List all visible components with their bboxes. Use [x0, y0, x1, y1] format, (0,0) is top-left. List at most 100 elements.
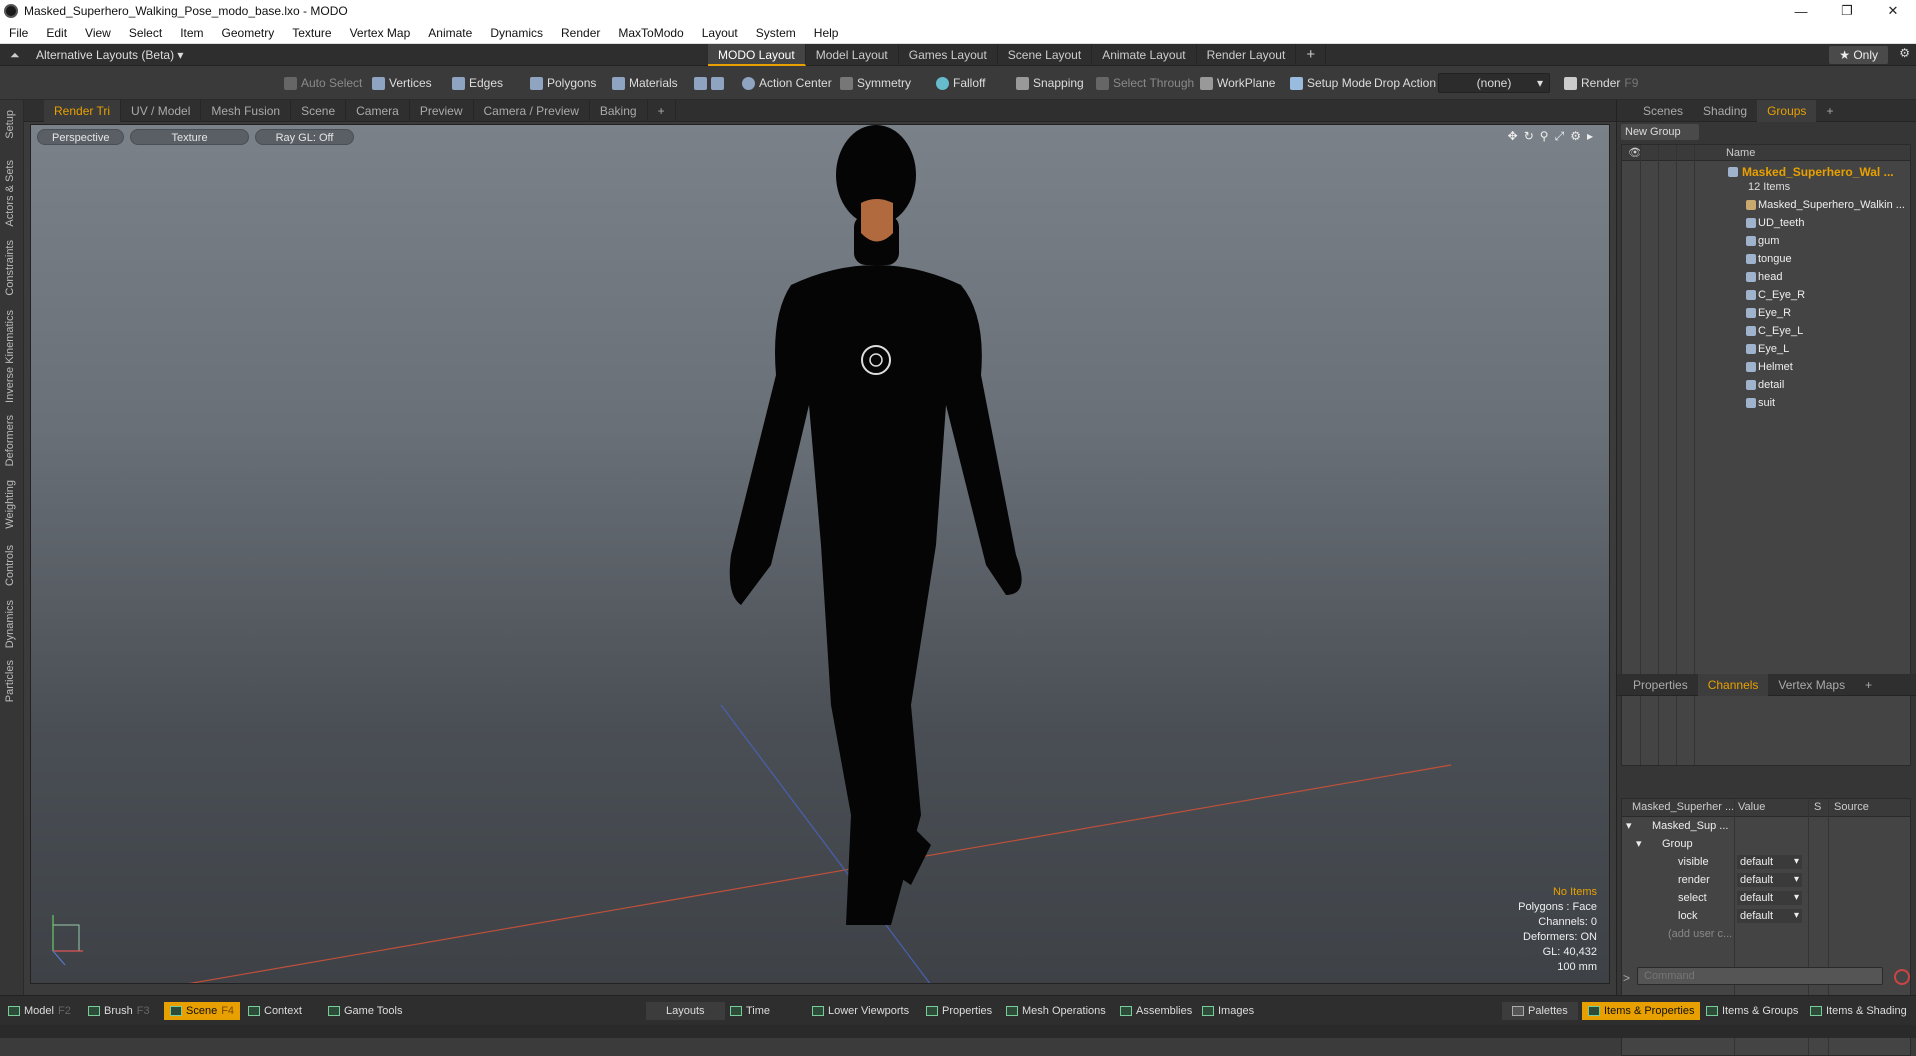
side-tab-inverse-kinematics[interactable]: Inverse Kinematics — [4, 310, 16, 403]
assemblies-button[interactable]: Assemblies — [1120, 1002, 1192, 1020]
channel-value-dropdown[interactable]: default — [1737, 891, 1802, 905]
side-tab-actors-sets[interactable]: Actors & Sets — [4, 160, 16, 227]
tab-games-layout[interactable]: Games Layout — [899, 44, 998, 66]
menu-maxtomodo[interactable]: MaxToModo — [609, 26, 692, 40]
lower-viewports-button[interactable]: Lower Viewports — [812, 1002, 909, 1020]
expand-arrow-icon[interactable]: ▾ — [1636, 835, 1642, 853]
record-icon[interactable] — [1894, 969, 1910, 985]
list-item[interactable]: tongue — [1622, 250, 1910, 268]
menu-dynamics[interactable]: Dynamics — [481, 26, 552, 40]
close-button[interactable]: ✕ — [1870, 0, 1916, 22]
palettes-button[interactable]: Palettes — [1502, 1002, 1578, 1020]
list-item[interactable]: Helmet — [1622, 358, 1910, 376]
channel-row-render[interactable]: render default — [1622, 871, 1910, 889]
list-item[interactable]: C_Eye_R — [1622, 286, 1910, 304]
game-tools-button[interactable]: Game Tools — [328, 1002, 403, 1020]
tab-preview[interactable]: Preview — [410, 99, 474, 122]
snapping-button[interactable]: Snapping — [1016, 74, 1084, 92]
menu-animate[interactable]: Animate — [419, 26, 481, 40]
side-tab-deformers[interactable]: Deformers — [4, 415, 16, 466]
collapse-icon[interactable]: ⏶ — [10, 48, 20, 63]
menu-view[interactable]: View — [76, 26, 120, 40]
menu-select[interactable]: Select — [120, 26, 171, 40]
add-panel-tab-button[interactable]: + — [1816, 100, 1843, 122]
auto-select-button[interactable]: Auto Select — [284, 74, 362, 92]
menu-system[interactable]: System — [747, 26, 805, 40]
channel-row-select[interactable]: select default — [1622, 889, 1910, 907]
channel-row-lock[interactable]: lock default — [1622, 907, 1910, 925]
properties-button[interactable]: Properties — [926, 1002, 992, 1020]
restore-button[interactable]: ❐ — [1824, 0, 1870, 22]
items-properties-button[interactable]: Items & Properties — [1582, 1002, 1701, 1020]
3d-viewport[interactable]: Perspective Texture Ray GL: Off ✥ ↻ ⚲ ⤢ … — [30, 124, 1610, 984]
list-item[interactable]: detail — [1622, 376, 1910, 394]
list-item[interactable]: Eye_R — [1622, 304, 1910, 322]
value-column[interactable]: Value — [1738, 801, 1765, 813]
menu-edit[interactable]: Edit — [37, 26, 76, 40]
item-mode-button[interactable] — [694, 74, 724, 92]
tab-animate-layout[interactable]: Animate Layout — [1092, 44, 1197, 66]
zoom-icon[interactable]: ⚲ — [1540, 129, 1549, 144]
action-center-button[interactable]: Action Center — [742, 74, 832, 92]
alternative-layouts-dropdown[interactable]: Alternative Layouts (Beta) ▾ — [0, 48, 191, 62]
drop-action-dropdown[interactable]: (none) ▾ — [1438, 73, 1550, 93]
symmetry-button[interactable]: Symmetry — [840, 74, 911, 92]
list-item[interactable]: head — [1622, 268, 1910, 286]
tab-scene[interactable]: Scene — [291, 99, 347, 122]
fit-icon[interactable]: ⤢ — [1555, 129, 1565, 144]
brush-button[interactable]: Brush F3 — [88, 1002, 150, 1020]
list-item[interactable]: suit — [1622, 394, 1910, 412]
select-through-button[interactable]: Select Through — [1096, 74, 1194, 92]
list-item[interactable]: UD_teeth — [1622, 214, 1910, 232]
polygons-button[interactable]: Polygons — [530, 74, 596, 92]
tab-properties[interactable]: Properties — [1623, 674, 1698, 696]
channel-value-dropdown[interactable]: default — [1737, 855, 1802, 869]
side-tab-weighting[interactable]: Weighting — [4, 480, 16, 529]
layouts-button[interactable]: Layouts — [646, 1002, 725, 1020]
scene-button[interactable]: Scene F4 — [164, 1002, 241, 1020]
tab-shading[interactable]: Shading — [1693, 100, 1757, 122]
minimize-button[interactable]: — — [1778, 0, 1824, 22]
channel-value-dropdown[interactable]: default — [1737, 909, 1802, 923]
viewport-settings-icon[interactable]: ⚙ — [1570, 129, 1581, 144]
s-column[interactable]: S — [1814, 801, 1821, 813]
falloff-button[interactable]: Falloff — [936, 74, 985, 92]
tab-camera[interactable]: Camera — [346, 99, 410, 122]
side-tab-particles[interactable]: Particles — [4, 660, 16, 702]
context-button[interactable]: Context — [248, 1002, 302, 1020]
menu-vertex-map[interactable]: Vertex Map — [341, 26, 420, 40]
raygl-button[interactable]: Ray GL: Off — [254, 129, 355, 145]
side-tab-controls[interactable]: Controls — [4, 545, 16, 586]
texture-button[interactable]: Texture — [130, 129, 249, 145]
workplane-button[interactable]: WorkPlane — [1200, 74, 1275, 92]
vertices-button[interactable]: Vertices — [372, 74, 432, 92]
items-shading-button[interactable]: Items & Shading — [1810, 1002, 1907, 1020]
expand-icon[interactable]: ▸ — [1587, 129, 1593, 144]
tab-baking[interactable]: Baking — [590, 99, 648, 122]
expand-arrow-icon[interactable]: ▾ — [1626, 817, 1632, 835]
perspective-button[interactable]: Perspective — [37, 129, 125, 145]
setup-mode-button[interactable]: Setup Mode — [1290, 74, 1372, 92]
tab-render-layout[interactable]: Render Layout — [1197, 44, 1297, 66]
render-button[interactable]: Render F9 — [1564, 74, 1638, 92]
source-column[interactable]: Source — [1834, 801, 1869, 813]
side-tab-constraints[interactable]: Constraints — [4, 240, 16, 296]
menu-item[interactable]: Item — [171, 26, 212, 40]
list-item[interactable]: C_Eye_L — [1622, 322, 1910, 340]
model-button[interactable]: Model F2 — [8, 1002, 71, 1020]
name-column-header[interactable]: Name — [1726, 147, 1755, 159]
channel-item-row[interactable]: ▾ Masked_Sup ... — [1622, 817, 1910, 835]
rotate-icon[interactable]: ↻ — [1524, 129, 1534, 144]
list-item[interactable]: Masked_Superhero_Walkin ... — [1622, 196, 1910, 214]
new-group-button[interactable]: New Group — [1621, 124, 1699, 140]
tab-model-layout[interactable]: Model Layout — [806, 44, 899, 66]
add-layout-button[interactable]: + — [1296, 44, 1327, 66]
menu-file[interactable]: File — [0, 26, 37, 40]
add-viewport-tab-button[interactable]: + — [648, 99, 676, 122]
tab-mesh-fusion[interactable]: Mesh Fusion — [201, 99, 292, 122]
list-item[interactable]: Eye_L — [1622, 340, 1910, 358]
gear-icon[interactable]: ⚙ — [1899, 46, 1910, 60]
channel-group-row[interactable]: ▾ Group — [1622, 835, 1910, 853]
tab-camera-preview[interactable]: Camera / Preview — [474, 99, 590, 122]
add-properties-tab-button[interactable]: + — [1855, 674, 1882, 696]
